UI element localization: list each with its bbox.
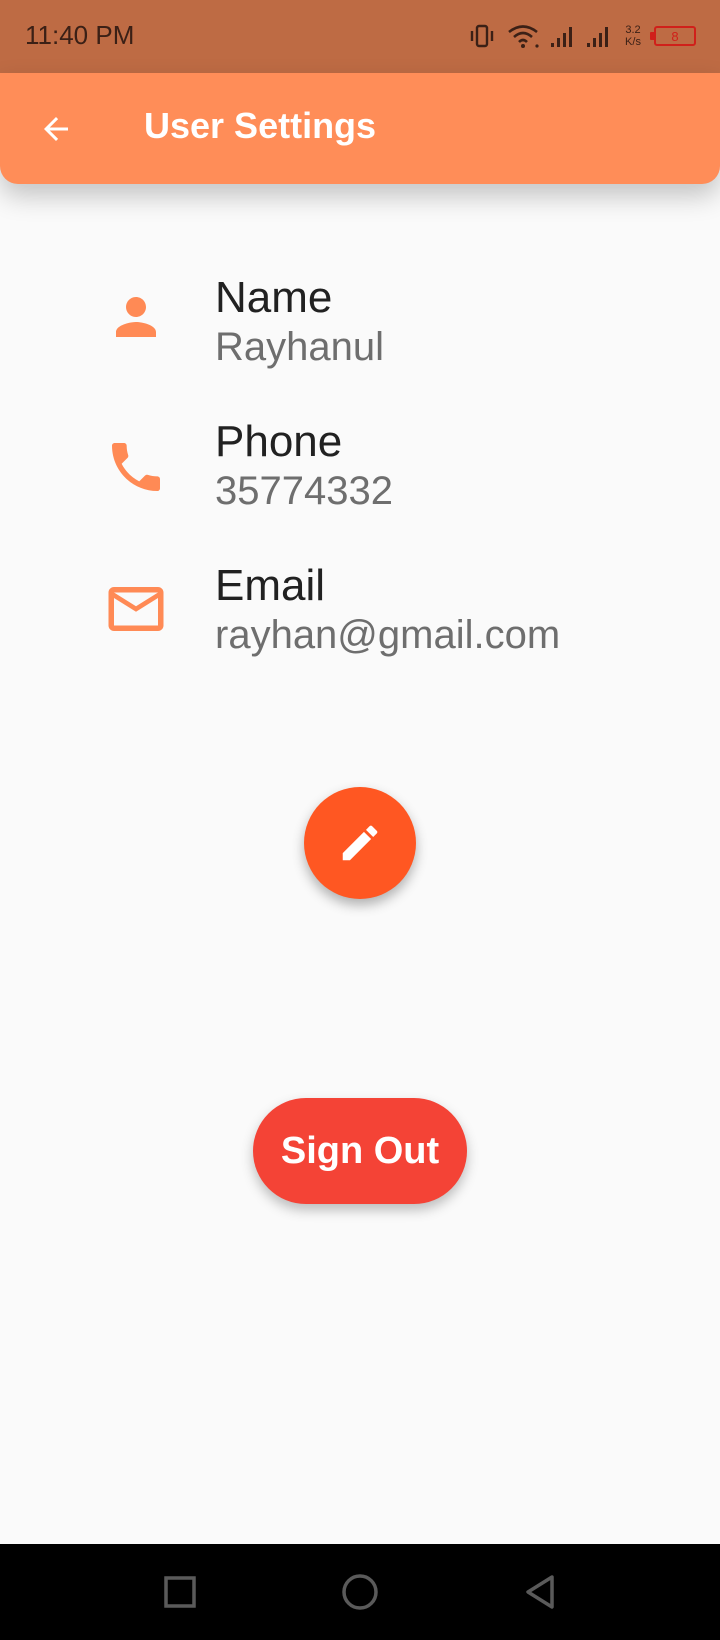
mail-icon <box>102 575 170 643</box>
recents-button[interactable] <box>160 1572 200 1612</box>
arrow-back-icon <box>44 117 68 141</box>
name-value: Rayhanul <box>215 325 385 369</box>
page-title: User Settings <box>144 105 377 146</box>
phone-label: Phone <box>215 417 343 466</box>
network-speed-value: 3.2 <box>625 24 641 36</box>
home-button[interactable] <box>340 1572 380 1612</box>
phone-row: Phone 35774332 <box>0 409 720 529</box>
email-value: rayhan@gmail.com <box>215 613 561 657</box>
status-time: 11:40 PM <box>25 20 135 50</box>
status-bar: 11:40 PM 3.2 K/s 8 <box>0 0 720 73</box>
name-label: Name <box>215 273 333 322</box>
app-bar: User Settings <box>0 73 720 184</box>
square-icon <box>164 1576 196 1608</box>
sign-out-button[interactable]: Sign Out <box>253 1098 467 1204</box>
system-nav-bar <box>0 1544 720 1640</box>
edit-pencil-icon <box>342 825 378 861</box>
battery-level: 8 <box>671 28 679 44</box>
name-row: Name Rayhanul <box>0 265 720 385</box>
network-speed: 3.2 K/s <box>622 24 644 48</box>
status-icons: 3.2 K/s 8 <box>468 20 696 52</box>
back-button[interactable] <box>30 103 82 155</box>
edit-button[interactable] <box>304 787 416 899</box>
triangle-back-icon <box>526 1575 554 1609</box>
email-row: Email rayhan@gmail.com <box>0 553 720 673</box>
battery-icon: 8 <box>650 26 696 46</box>
signal-icon-1 <box>551 27 572 47</box>
network-speed-unit: K/s <box>625 36 641 48</box>
phone-icon <box>102 433 170 501</box>
back-nav-button[interactable] <box>520 1572 560 1612</box>
wifi-icon <box>508 25 539 48</box>
email-label: Email <box>215 561 326 610</box>
signal-icon-2 <box>587 27 608 47</box>
person-icon <box>102 283 170 351</box>
phone-value: 35774332 <box>215 469 393 513</box>
vibrate-icon <box>470 24 494 48</box>
circle-icon <box>342 1574 378 1610</box>
